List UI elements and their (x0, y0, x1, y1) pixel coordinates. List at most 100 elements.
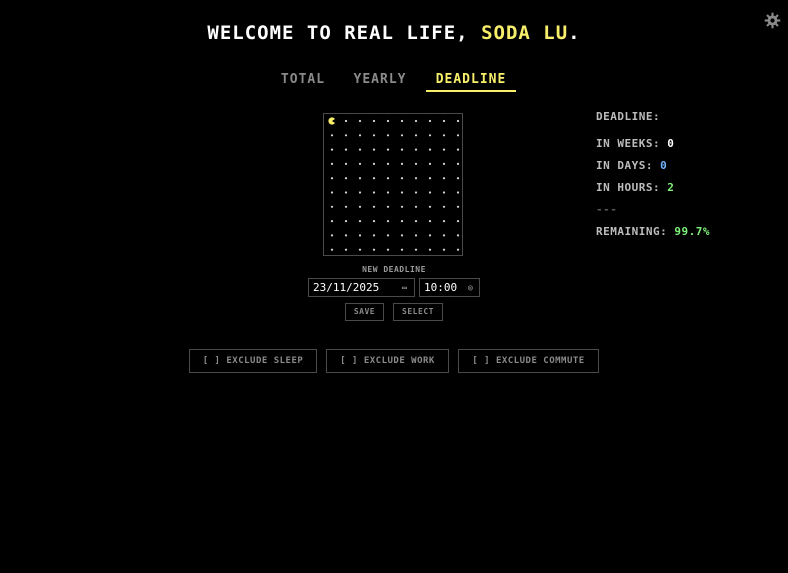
grid-dot (372, 134, 376, 137)
stats-separator: --- (596, 203, 618, 216)
grid-dot (428, 205, 432, 208)
grid-dot (330, 234, 334, 237)
exclude-work-toggle[interactable]: [ ] EXCLUDE WORK (326, 349, 449, 373)
grid-dot (442, 191, 446, 194)
remaining-stat: REMAINING: 99.7% (596, 225, 710, 238)
grid-dot (428, 119, 432, 123)
tab-deadline[interactable]: DEADLINE (426, 72, 516, 92)
grid-dot (400, 234, 404, 237)
clock-icon[interactable]: ◎ (468, 284, 475, 292)
tab-yearly[interactable]: YEARLY (352, 72, 408, 87)
grid-dot (428, 162, 432, 165)
grid-dot (414, 248, 418, 251)
grid-dot (358, 191, 362, 194)
grid-dot (400, 119, 404, 123)
grid-dot (372, 220, 376, 223)
weeks-label: IN WEEKS: (596, 137, 661, 150)
grid-dot (400, 134, 404, 137)
grid-dot (428, 191, 432, 194)
deadline-time-input[interactable]: 10:00 ◎ (419, 278, 480, 297)
grid-dot (456, 148, 460, 151)
tab-total[interactable]: TOTAL (280, 72, 326, 87)
grid-dot (442, 148, 446, 151)
hours-label: IN HOURS: (596, 181, 661, 194)
grid-dot (372, 119, 376, 123)
grid-dot (400, 220, 404, 223)
remaining-value: 99.7% (674, 225, 710, 238)
grid-dot (400, 248, 404, 251)
time-grid-canvas (328, 117, 460, 251)
user-name: SODA LU (481, 22, 569, 44)
grid-dot (428, 248, 432, 251)
grid-dot (442, 119, 446, 123)
stats-title: DEADLINE: (596, 110, 661, 123)
deadline-date-input[interactable]: 23/11/2025 ▭ (308, 278, 415, 297)
grid-dot (344, 191, 348, 194)
select-button[interactable]: SELECT (393, 303, 443, 321)
calendar-icon[interactable]: ▭ (402, 284, 409, 292)
grid-dot (414, 220, 418, 223)
grid-dot (414, 205, 418, 208)
grid-dot (456, 162, 460, 165)
grid-dot (386, 234, 390, 237)
hours-value: 2 (667, 181, 675, 194)
grid-dot (358, 162, 362, 165)
weeks-stat: IN WEEKS: 0 (596, 137, 674, 150)
grid-dot (386, 220, 390, 223)
grid-dot (442, 248, 446, 251)
grid-dot (344, 220, 348, 223)
grid-dot (372, 248, 376, 251)
grid-dot (372, 234, 376, 237)
grid-dot (330, 162, 334, 165)
title-prefix: WELCOME TO REAL LIFE, (207, 22, 482, 44)
grid-dot (358, 234, 362, 237)
grid-dot (456, 205, 460, 208)
grid-dot (358, 119, 362, 123)
grid-dot (386, 248, 390, 251)
grid-dot (442, 177, 446, 180)
grid-dot (344, 162, 348, 165)
grid-dot (442, 162, 446, 165)
grid-dot (414, 234, 418, 237)
grid-dot (442, 134, 446, 137)
exclude-sleep-toggle[interactable]: [ ] EXCLUDE SLEEP (189, 349, 317, 373)
grid-dot (358, 205, 362, 208)
grid-dot (456, 119, 460, 123)
grid-dot (344, 177, 348, 180)
grid-dot (386, 205, 390, 208)
grid-dot (358, 148, 362, 151)
deadline-time-value: 10:00 (424, 281, 458, 294)
grid-dot (456, 248, 460, 251)
hours-stat: IN HOURS: 2 (596, 181, 674, 194)
grid-dot (386, 162, 390, 165)
grid-dot (330, 248, 334, 251)
grid-dot (386, 148, 390, 151)
page-title: WELCOME TO REAL LIFE, SODA LU. (0, 22, 788, 44)
grid-dot (330, 177, 334, 180)
days-label: IN DAYS: (596, 159, 653, 172)
pacman-icon (328, 117, 335, 125)
save-button[interactable]: SAVE (345, 303, 384, 321)
grid-dot (330, 148, 334, 151)
grid-dot (414, 191, 418, 194)
deadline-date-value: 23/11/2025 (313, 281, 380, 294)
grid-dot (344, 205, 348, 208)
grid-dot (358, 248, 362, 251)
grid-dot (330, 205, 334, 208)
grid-dot (400, 162, 404, 165)
grid-dot (386, 119, 390, 123)
grid-dot (414, 177, 418, 180)
grid-dot (372, 205, 376, 208)
grid-dot (330, 220, 334, 223)
grid-dot (428, 234, 432, 237)
grid-dot (344, 248, 348, 251)
grid-dot (372, 162, 376, 165)
grid-dot (400, 205, 404, 208)
grid-dot (414, 162, 418, 165)
grid-dot (428, 177, 432, 180)
exclude-commute-toggle[interactable]: [ ] EXCLUDE COMMUTE (458, 349, 599, 373)
grid-dot (428, 134, 432, 137)
grid-dot (414, 119, 418, 123)
grid-dot (456, 191, 460, 194)
grid-dot (372, 191, 376, 194)
